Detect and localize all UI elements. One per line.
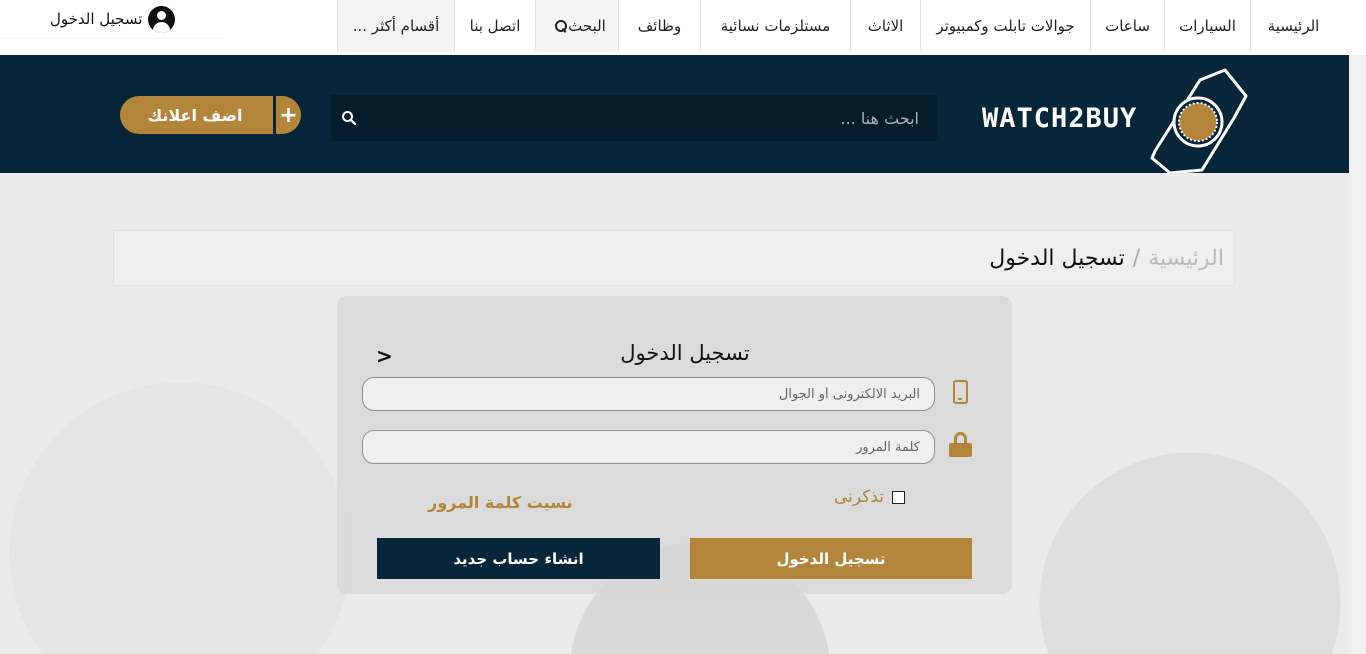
remember-label[interactable]: تذكرنى [834, 487, 884, 507]
user-login-link[interactable]: تسجيل الدخول [0, 0, 224, 39]
phone-icon [953, 380, 968, 404]
login-button[interactable]: تسجيل الدخول [690, 538, 972, 579]
nav-item-more[interactable]: أقسام أكثر ... [337, 0, 454, 52]
nav-item-watches[interactable]: ساعات [1090, 0, 1164, 52]
nav-item-contact[interactable]: اتصل بنا [454, 0, 535, 52]
forgot-password-link[interactable]: نسيت كلمة المرور [428, 493, 573, 512]
add-ad-button[interactable]: اضف اعلانك + [120, 96, 301, 134]
logo-text[interactable]: WATCH2BUY [982, 103, 1137, 134]
breadcrumb-current: تسجيل الدخول [989, 246, 1125, 271]
search-icon[interactable] [554, 19, 568, 33]
breadcrumb-home-link[interactable]: الرئيسية [1148, 246, 1224, 271]
add-ad-label[interactable]: اضف اعلانك [120, 96, 270, 134]
nav-item-cars[interactable]: السيارات [1164, 0, 1250, 52]
password-input[interactable] [363, 431, 934, 463]
login-title: تسجيل الدخول [620, 341, 750, 365]
close-button[interactable]: > [376, 344, 393, 368]
nav-item-home[interactable]: الرئيسية [1250, 0, 1336, 52]
user-login-label[interactable]: تسجيل الدخول [50, 10, 142, 28]
nav-item-phones[interactable]: جوالات تابلت وكمبيوتر [920, 0, 1090, 52]
search-bar [331, 95, 937, 141]
search-submit-icon[interactable] [341, 110, 357, 126]
nav-item-jobs[interactable]: وظائف [618, 0, 700, 52]
nav-item-women[interactable]: مستلزمات نسائية [700, 0, 850, 52]
nav-item-search[interactable]: البحث [535, 0, 618, 52]
search-input[interactable] [379, 106, 919, 130]
nav-item-search-label[interactable]: البحث [568, 17, 606, 35]
remember-checkbox[interactable] [892, 490, 906, 504]
register-button[interactable]: انشاء حساب جديد [377, 538, 660, 579]
main-nav: الرئيسية السيارات ساعات جوالات تابلت وكم… [298, 0, 1336, 52]
email-field[interactable] [362, 377, 935, 411]
nav-item-furniture[interactable]: الاثاث [850, 0, 920, 52]
password-field[interactable] [362, 430, 935, 464]
user-avatar-icon[interactable] [148, 5, 176, 33]
scrollbar-track[interactable] [1349, 55, 1366, 654]
top-navigation-bar: تسجيل الدخول الرئيسية السيارات ساعات جوا… [0, 0, 1366, 55]
lock-icon [949, 432, 972, 457]
plus-icon[interactable]: + [273, 96, 301, 134]
breadcrumb: الرئيسية / تسجيل الدخول [989, 246, 1224, 271]
breadcrumb-separator: / [1132, 246, 1141, 271]
email-input[interactable] [363, 378, 934, 410]
remember-me[interactable]: تذكرنى [834, 487, 906, 507]
